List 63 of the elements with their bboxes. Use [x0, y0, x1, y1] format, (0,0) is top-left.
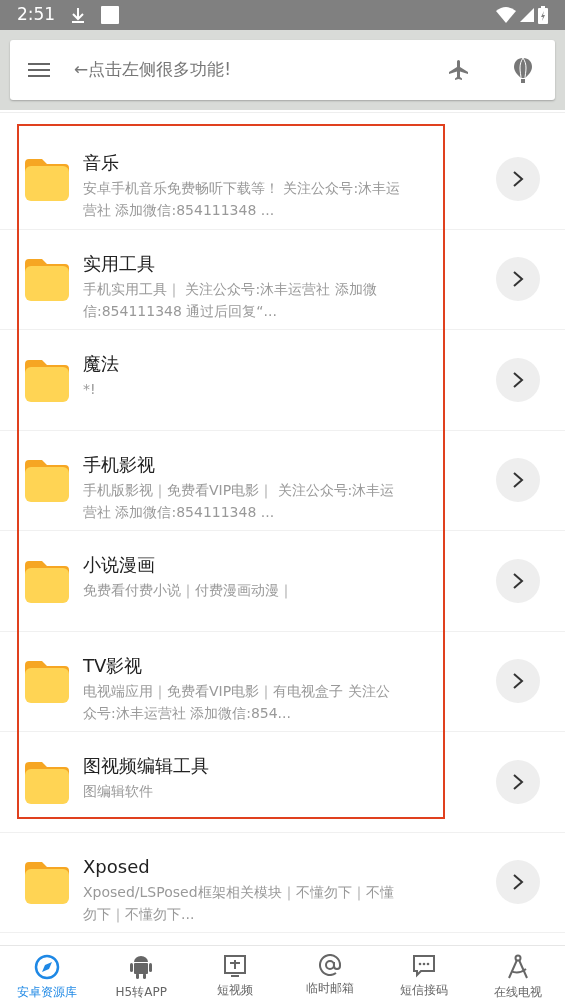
android-icon — [130, 954, 153, 980]
nav-tab[interactable]: 在线电视 — [470, 946, 565, 1004]
compass-icon — [34, 954, 61, 980]
signal-icon — [520, 8, 534, 22]
open-button[interactable] — [496, 357, 540, 402]
nav-tab[interactable]: 短信接码 — [376, 946, 471, 1004]
folder-icon — [25, 458, 69, 503]
search-placeholder: ←点击左侧很多功能! — [74, 58, 233, 82]
balloon-icon[interactable] — [513, 57, 533, 83]
item-description: 电视端应用｜免费看VIP电影｜有电视盒子 关注公众号:沐丰运营社 添加微信:854... — [83, 681, 391, 723]
search-bar[interactable]: ←点击左侧很多功能! — [10, 40, 555, 100]
chevron-right-icon — [512, 772, 524, 791]
folder-icon — [25, 558, 69, 603]
wifi-icon — [496, 7, 516, 23]
download-icon — [71, 7, 86, 23]
chevron-right-icon — [512, 873, 524, 892]
open-button[interactable] — [496, 759, 540, 804]
drafting-compass-icon — [505, 954, 530, 980]
item-title[interactable]: 音乐 — [83, 151, 401, 175]
folder-icon — [25, 257, 69, 302]
item-title[interactable]: 实用工具 — [83, 251, 401, 276]
message-icon — [411, 954, 436, 978]
item-description: 免费看付费小说｜付费漫画动漫｜ — [83, 581, 294, 601]
airplane-icon[interactable] — [447, 58, 471, 82]
status-time: 2:51 — [17, 3, 56, 27]
folder-icon — [25, 659, 69, 704]
chevron-right-icon — [512, 471, 524, 490]
battery-icon — [538, 6, 548, 24]
chevron-right-icon — [512, 370, 524, 389]
folder-icon — [25, 156, 69, 201]
at-sign-icon — [318, 954, 341, 976]
item-title[interactable]: 手机影视 — [83, 452, 401, 477]
open-button[interactable] — [496, 156, 540, 201]
item-title[interactable]: 魔法 — [83, 352, 401, 376]
chevron-right-icon — [512, 672, 524, 691]
chevron-right-icon — [512, 270, 524, 289]
folder-icon — [25, 860, 69, 905]
chevron-right-icon — [512, 571, 524, 590]
open-button[interactable] — [496, 659, 540, 704]
nav-tab[interactable]: 安卓资源库 — [0, 946, 95, 1004]
item-title[interactable]: 小说漫画 — [83, 553, 401, 577]
video-screen-icon — [223, 954, 248, 978]
open-button[interactable] — [496, 558, 540, 603]
open-button[interactable] — [496, 257, 540, 302]
folder-icon — [25, 357, 69, 402]
item-title[interactable]: TV影视 — [83, 653, 401, 678]
item-description: 手机实用工具｜ 关注公众号:沐丰运营社 添加微信:854111348 通过后回复“... — [83, 279, 378, 321]
item-description: 安卓手机音乐免费畅听下载等！ 关注公众号:沐丰运营社 添加微信:854111348 ... — [83, 179, 401, 220]
folder-icon — [25, 759, 69, 804]
item-description: 手机版影视｜免费看VIP电影｜ 关注公众号:沐丰运营社 添加微信:854111348 ... — [83, 480, 396, 522]
item-description: *! — [83, 380, 97, 399]
nav-tab[interactable]: 短视频 — [188, 946, 283, 1004]
open-button[interactable] — [496, 458, 540, 503]
item-description: 图编辑软件 — [83, 782, 154, 801]
nav-tab[interactable]: 临时邮箱 — [282, 946, 377, 1004]
item-title[interactable]: 图视频编辑工具 — [83, 754, 401, 778]
menu-icon[interactable] — [28, 62, 50, 78]
open-button[interactable] — [496, 860, 540, 905]
chevron-right-icon — [512, 169, 524, 188]
nav-tab[interactable]: H5转APP — [94, 946, 189, 1004]
item-description: Xposed/LSPosed框架相关模块｜不懂勿下｜不懂勿下｜不懂勿下... — [83, 882, 395, 925]
item-title[interactable]: Xposed — [83, 854, 401, 879]
notification-icon — [101, 6, 120, 24]
